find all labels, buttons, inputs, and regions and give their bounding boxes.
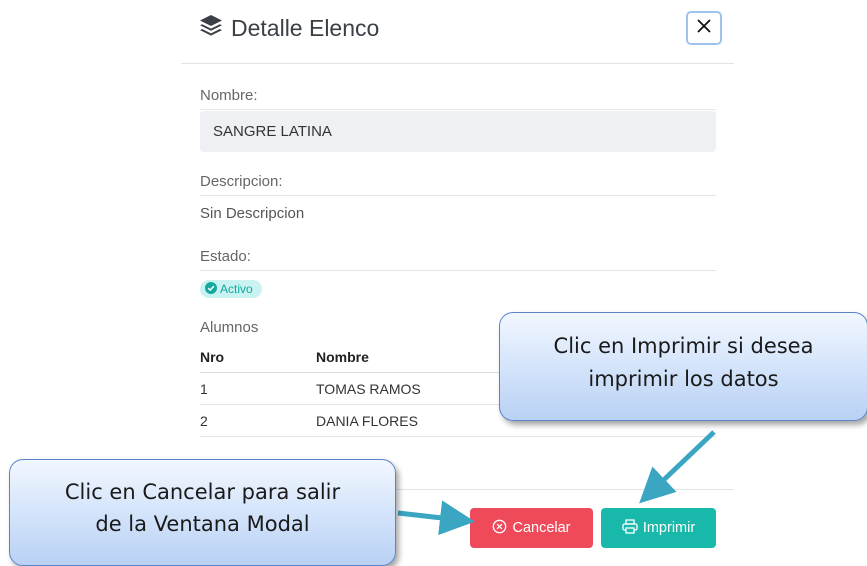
table-cell-nro: 2 <box>200 404 316 437</box>
cancel-button[interactable]: Cancelar <box>470 508 593 548</box>
callout-cancel-line-2: de la Ventana Modal <box>95 512 310 536</box>
nombre-field: SANGRE LATINA <box>200 111 716 152</box>
descripcion-value: Sin Descripcion <box>200 205 305 222</box>
callout-cancel-line-1: Clic en Cancelar para salir <box>64 480 341 504</box>
modal-title: Detalle Elenco <box>199 14 379 42</box>
close-button[interactable] <box>686 11 722 45</box>
alumnos-label: Alumnos <box>200 319 259 336</box>
column-header-nro: Nro <box>200 342 316 373</box>
printer-icon <box>622 518 643 538</box>
table-cell-nro: 1 <box>200 372 316 405</box>
callout-cancel: Clic en Cancelar para salir de la Ventan… <box>9 459 396 566</box>
cancel-button-label: Cancelar <box>512 520 571 536</box>
check-circle-icon <box>205 281 220 297</box>
modal-header: Detalle Elenco <box>181 0 734 64</box>
x-circle-icon <box>492 519 512 538</box>
descripcion-label: Descripcion: <box>200 173 716 196</box>
estado-label: Estado: <box>200 248 716 271</box>
close-icon <box>696 18 712 39</box>
print-button-label: Imprimir <box>642 520 696 536</box>
layers-icon <box>199 14 231 42</box>
callout-print: Clic en Imprimir si desea imprimir los d… <box>499 312 867 421</box>
print-button[interactable]: Imprimir <box>601 508 716 548</box>
nombre-label: Nombre: <box>200 87 716 110</box>
status-badge-text: Activo <box>220 282 253 296</box>
modal-title-text: Detalle Elenco <box>231 14 380 41</box>
callout-print-line-1: Clic en Imprimir si desea <box>553 334 814 358</box>
callout-print-line-2: imprimir los datos <box>588 367 779 391</box>
status-badge: Activo <box>200 280 262 298</box>
